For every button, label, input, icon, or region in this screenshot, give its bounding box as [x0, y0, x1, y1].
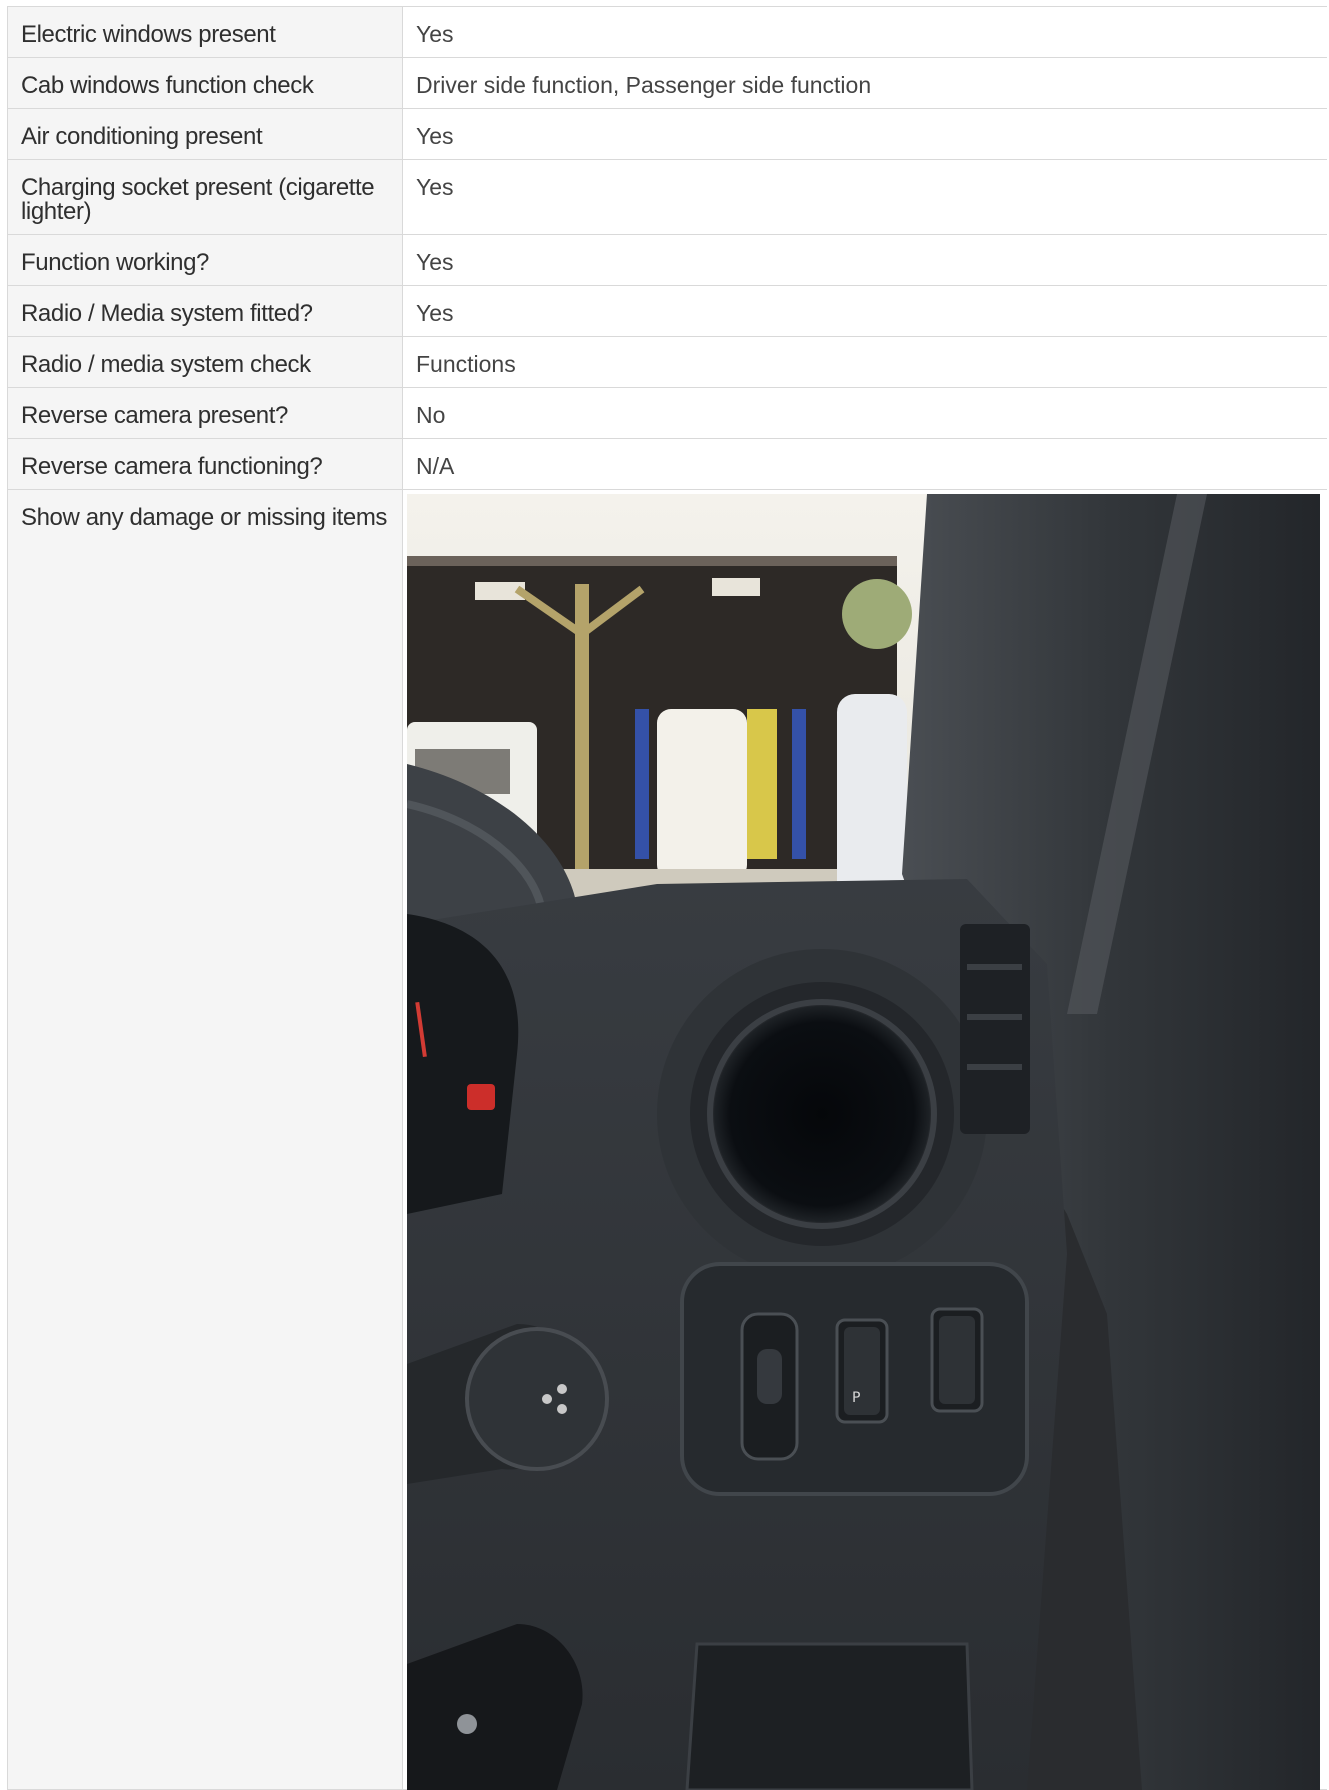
- row-label: Charging socket present (cigarette light…: [8, 160, 403, 234]
- table-row: Electric windows present Yes: [8, 7, 1327, 58]
- row-value: Yes: [403, 235, 1327, 285]
- row-value: No: [403, 388, 1327, 438]
- table-row: Air conditioning present Yes: [8, 109, 1327, 160]
- row-label: Radio / Media system fitted?: [8, 286, 403, 336]
- inspection-table: Electric windows present Yes Cab windows…: [7, 6, 1327, 1790]
- damage-photo[interactable]: P: [407, 494, 1320, 1790]
- table-row: Cab windows function check Driver side f…: [8, 58, 1327, 109]
- svg-text:P: P: [852, 1390, 860, 1406]
- row-label: Reverse camera present?: [8, 388, 403, 438]
- row-value: Functions: [403, 337, 1327, 387]
- row-label: Electric windows present: [8, 7, 403, 57]
- table-row: Reverse camera present? No: [8, 388, 1327, 439]
- table-row: Radio / media system check Functions: [8, 337, 1327, 388]
- row-value: N/A: [403, 439, 1327, 489]
- row-label: Air conditioning present: [8, 109, 403, 159]
- table-row: Charging socket present (cigarette light…: [8, 160, 1327, 235]
- row-value: Yes: [403, 109, 1327, 159]
- row-value: Yes: [403, 286, 1327, 336]
- row-label: Function working?: [8, 235, 403, 285]
- row-label: Radio / media system check: [8, 337, 403, 387]
- table-row: Show any damage or missing items P: [8, 490, 1327, 1790]
- row-label: Cab windows function check: [8, 58, 403, 108]
- table-row: Reverse camera functioning? N/A: [8, 439, 1327, 490]
- row-value: Driver side function, Passenger side fun…: [403, 58, 1327, 108]
- table-row: Function working? Yes: [8, 235, 1327, 286]
- row-label: Show any damage or missing items: [8, 490, 403, 1789]
- row-label: Reverse camera functioning?: [8, 439, 403, 489]
- table-row: Radio / Media system fitted? Yes: [8, 286, 1327, 337]
- row-photo-cell: P: [403, 490, 1327, 1790]
- row-value: Yes: [403, 160, 1327, 234]
- row-value: Yes: [403, 7, 1327, 57]
